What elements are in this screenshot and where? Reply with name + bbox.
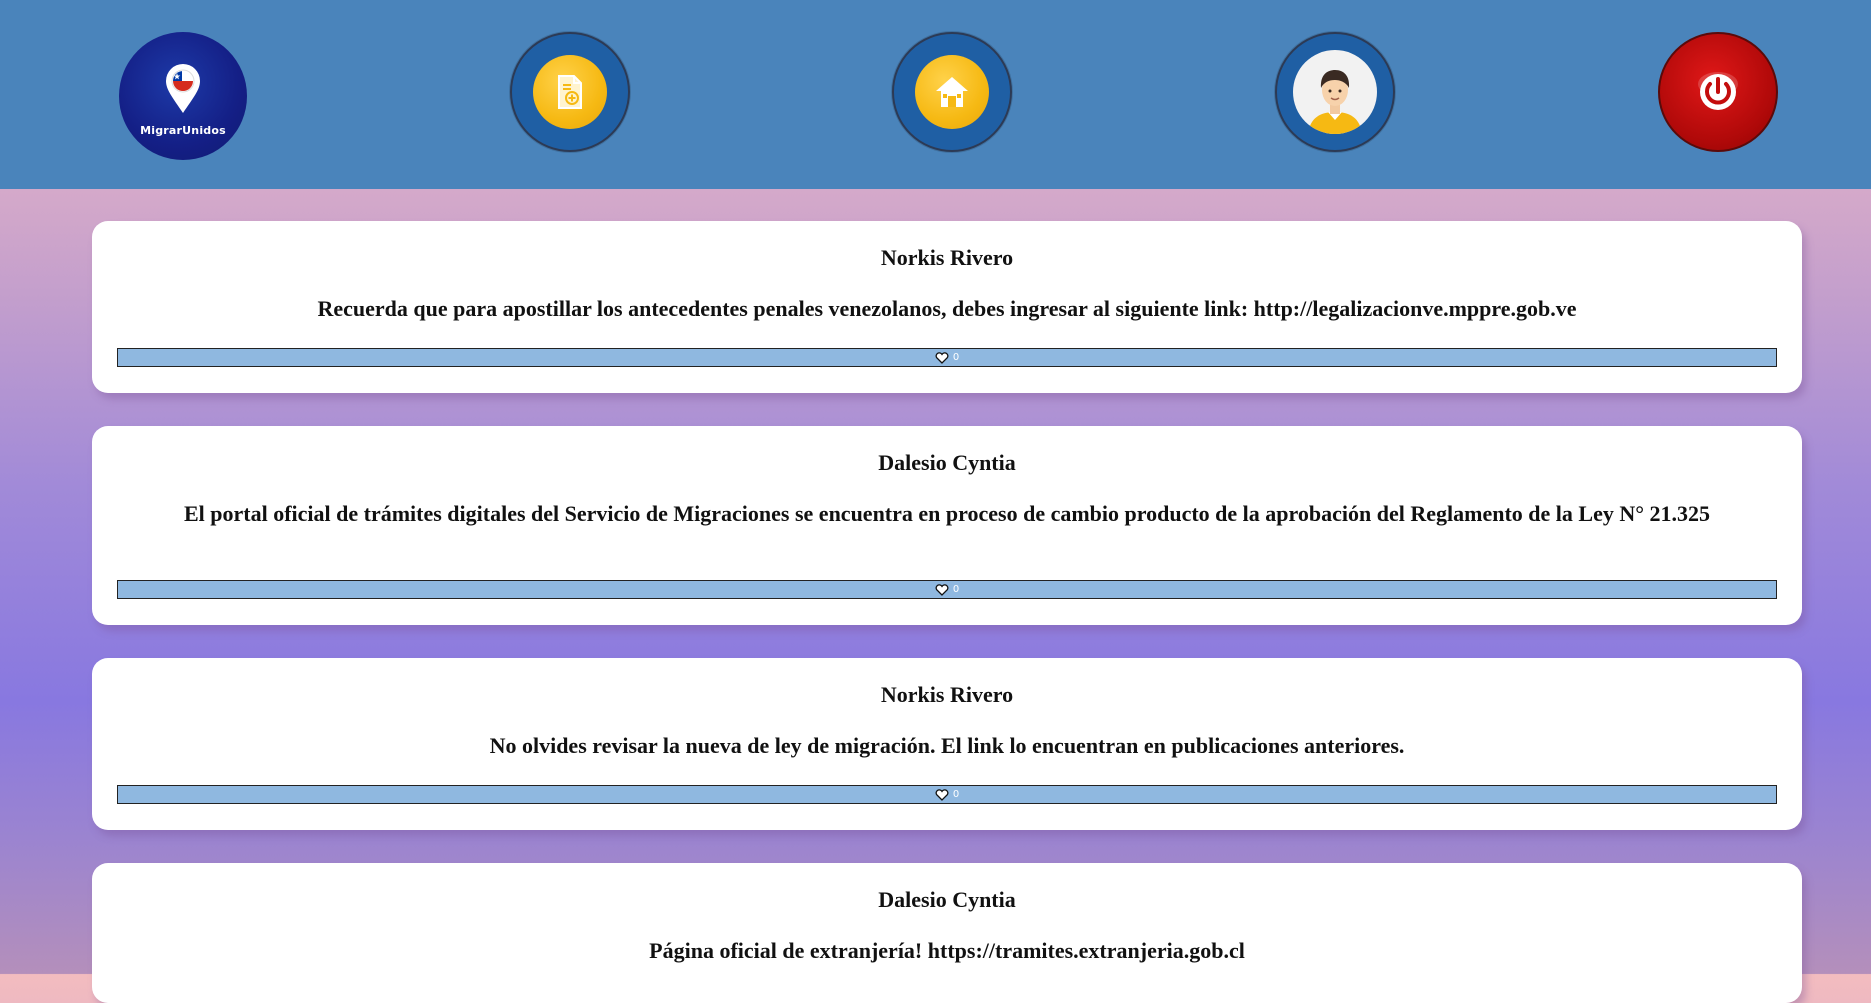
heart-icon bbox=[935, 583, 949, 596]
like-button[interactable]: 0 bbox=[117, 580, 1777, 599]
post-message: El portal oficial de trámites digitales … bbox=[183, 501, 1711, 526]
post-message: Recuerda que para apostillar los anteced… bbox=[317, 296, 1577, 321]
like-count: 0 bbox=[952, 351, 960, 363]
like-count: 0 bbox=[952, 583, 960, 595]
chile-flag-pin-icon bbox=[166, 63, 200, 113]
post-card: Dalesio Cyntia Página oficial de extranj… bbox=[92, 863, 1802, 1003]
like-count: 0 bbox=[952, 788, 960, 800]
user-avatar-icon bbox=[1293, 50, 1377, 134]
post-author: Norkis Rivero bbox=[880, 682, 1014, 707]
post-message: No olvides revisar la nueva de ley de mi… bbox=[489, 733, 1405, 758]
document-add-icon bbox=[533, 55, 607, 129]
profile-button[interactable] bbox=[1275, 32, 1395, 152]
post-card: Dalesio Cyntia El portal oficial de trám… bbox=[92, 426, 1802, 625]
post-author: Dalesio Cyntia bbox=[878, 887, 1016, 912]
heart-icon bbox=[935, 788, 949, 801]
logout-button[interactable] bbox=[1658, 32, 1778, 152]
top-nav-bar: MigrarUnidos bbox=[0, 0, 1871, 189]
post-message: Página oficial de extranjería! https://t… bbox=[649, 938, 1245, 963]
new-document-button[interactable] bbox=[510, 32, 630, 152]
post-author: Norkis Rivero bbox=[880, 245, 1014, 270]
heart-icon bbox=[935, 351, 949, 364]
logo-text: MigrarUnidos bbox=[140, 123, 226, 137]
like-button[interactable]: 0 bbox=[117, 348, 1777, 367]
migrarunidos-logo[interactable]: MigrarUnidos bbox=[119, 32, 247, 160]
post-author: Dalesio Cyntia bbox=[878, 450, 1016, 475]
home-button[interactable] bbox=[892, 32, 1012, 152]
post-card: Norkis Rivero No olvides revisar la nuev… bbox=[92, 658, 1802, 830]
post-card: Norkis Rivero Recuerda que para apostill… bbox=[92, 221, 1802, 393]
home-icon bbox=[915, 55, 989, 129]
power-icon bbox=[1698, 72, 1738, 110]
like-button[interactable]: 0 bbox=[117, 785, 1777, 804]
